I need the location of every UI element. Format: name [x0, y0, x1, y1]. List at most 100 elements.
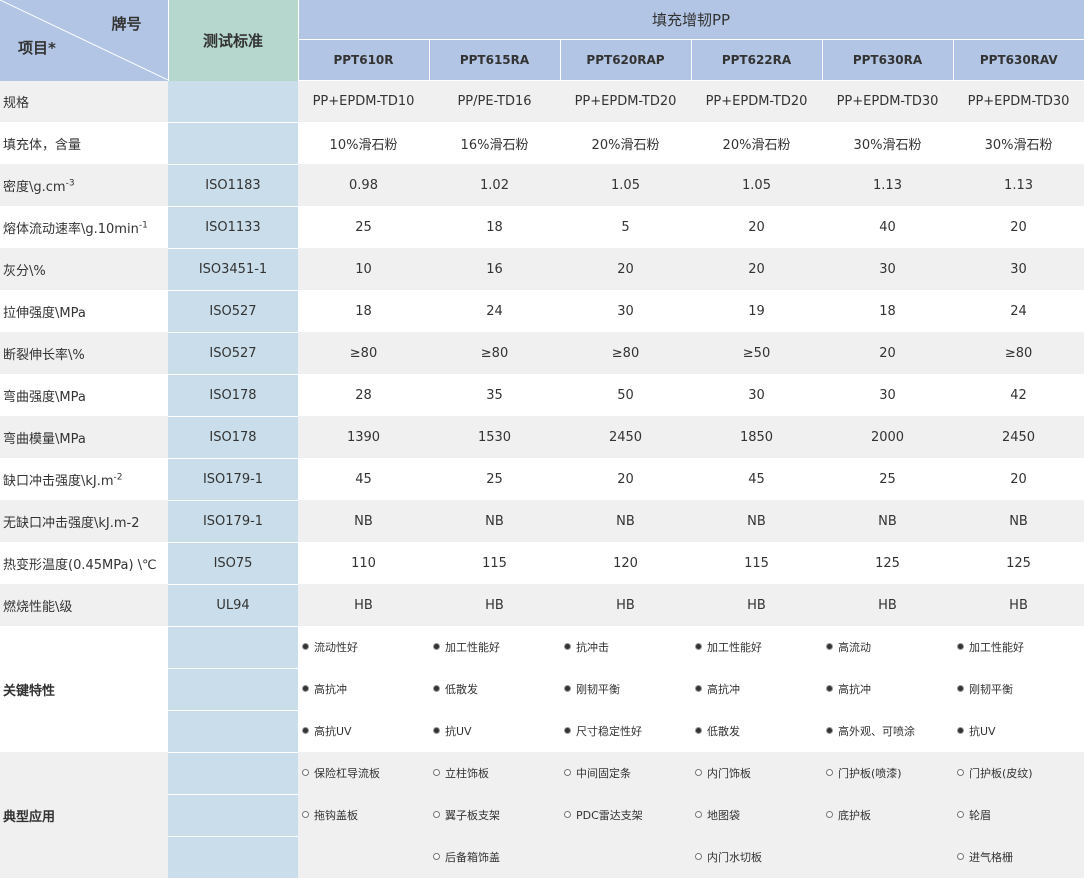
application-text: PDC雷达支架: [576, 809, 643, 822]
feature-text: 抗冲击: [576, 641, 609, 654]
value-cell: ≥50: [691, 332, 822, 374]
feature-item: 加工性能好: [953, 626, 1084, 668]
table-row: 缺口冲击强度\kJ.m-2 ISO179-1 45 25 20 45 25 20: [0, 458, 1084, 501]
test-standard: ISO178: [168, 416, 298, 459]
value-cell: 45: [355, 471, 372, 487]
table-row: 断裂伸长率\% ISO527 ≥80 ≥80 ≥80 ≥50 20 ≥80: [0, 332, 1084, 375]
application-text: 门护板(皮纹): [969, 767, 1033, 780]
feature-text: 刚韧平衡: [576, 683, 620, 696]
row-label: 缺口冲击强度\kJ.m-2: [0, 458, 168, 500]
row-label-text: 无缺口冲击强度\kJ.m-2: [3, 515, 140, 531]
value-cell: 1.05: [691, 164, 822, 206]
circle-bullet-icon: [302, 811, 309, 818]
test-standard: ISO75: [168, 542, 298, 585]
value-cell: 25: [486, 471, 503, 487]
grade-header: PPT630RAV: [953, 39, 1084, 81]
table-row: 热变形温度(0.45MPa) \℃ ISO75 110 115 120 115 125 125: [0, 542, 1084, 585]
feature-item: 抗冲击: [560, 626, 691, 668]
value-cell: NB: [298, 500, 429, 542]
application-text: 内门水切板: [707, 851, 762, 864]
feature-item: 尺寸稳定性好: [560, 710, 691, 752]
application-item: 轮眉: [953, 794, 1084, 836]
application-text: 轮眉: [969, 809, 991, 822]
bullet-icon: [695, 643, 702, 650]
value-cell: 2450: [953, 416, 1084, 458]
feature-text: 流动性好: [314, 641, 358, 654]
circle-bullet-icon: [826, 769, 833, 776]
value-cell: 25: [879, 471, 896, 487]
feature-text: 低散发: [445, 683, 478, 696]
application-item: 内门饰板: [691, 752, 822, 794]
value-cell: 30: [822, 248, 953, 290]
application-item: 保险杠导流板: [298, 752, 429, 794]
grade-header: PPT610R: [298, 39, 430, 81]
feature-item: 低散发: [691, 710, 822, 752]
circle-bullet-icon: [957, 811, 964, 818]
value-cell: 16%滑石粉: [460, 137, 529, 153]
value-cell: 1390: [298, 416, 429, 458]
application-item: PDC雷达支架: [560, 794, 691, 836]
bullet-icon: [695, 685, 702, 692]
row-label-text: 灰分\%: [3, 263, 46, 279]
value-cell: PP+EPDM-TD30: [953, 80, 1084, 122]
value-cell: 16: [429, 248, 560, 290]
std-header: 测试标准: [168, 0, 299, 81]
feature-item: 加工性能好: [429, 626, 560, 668]
value-cell: 10: [298, 248, 429, 290]
application-item: 翼子板支架: [429, 794, 560, 836]
table-row: 规格 PP+EPDM-TD10 PP/PE-TD16 PP+EPDM-TD20 PP+E…: [0, 80, 1084, 123]
value-cell: HB: [298, 584, 429, 626]
table-row: 弯曲模量\MPa ISO178 1390 1530 2450 1850 2000 2450: [0, 416, 1084, 459]
item-label: 项目*: [18, 39, 56, 57]
value-cell: 20: [691, 248, 822, 290]
grade-header: PPT615RA: [429, 39, 561, 81]
application-text: 中间固定条: [576, 767, 631, 780]
row-label: 弯曲强度\MPa: [0, 374, 168, 416]
application-text: 地图袋: [707, 809, 740, 822]
bullet-icon: [302, 643, 309, 650]
value-cell: 19: [748, 303, 765, 319]
feature-item: 流动性好: [298, 626, 429, 668]
value-cell: 10%滑石粉: [329, 137, 398, 153]
value-cell: 115: [482, 555, 507, 571]
circle-bullet-icon: [695, 769, 702, 776]
value-cell: 18: [486, 219, 503, 235]
bullet-icon: [564, 685, 571, 692]
table-row: 灰分\% ISO3451-1 10 16 20 20 30 30: [0, 248, 1084, 291]
bullet-icon: [433, 643, 440, 650]
feature-item: 刚韧平衡: [953, 668, 1084, 710]
value-cell: 110: [351, 555, 376, 571]
test-standard: ISO3451-1: [168, 248, 298, 291]
row-label: 弯曲模量\MPa: [0, 416, 168, 458]
value-cell: PP/PE-TD16: [429, 80, 560, 122]
value-cell: 5: [621, 219, 630, 235]
test-standard: ISO1183: [168, 164, 298, 207]
bullet-icon: [957, 643, 964, 650]
bullet-icon: [826, 685, 833, 692]
test-standard: ISO179-1: [168, 458, 298, 501]
feature-item: 高外观、可喷涂: [822, 710, 953, 752]
feature-text: 抗UV: [969, 725, 996, 738]
bullet-icon: [957, 727, 964, 734]
property-rows: 规格 PP+EPDM-TD10 PP/PE-TD16 PP+EPDM-TD20 PP+E…: [0, 80, 1084, 627]
value-cell: NB: [822, 500, 953, 542]
application-item: 地图袋: [691, 794, 822, 836]
feature-item: 高抗冲: [298, 668, 429, 710]
grade-header: PPT622RA: [691, 39, 823, 81]
value-cell: 20: [748, 219, 765, 235]
bullet-icon: [433, 685, 440, 692]
value-cell: NB: [560, 500, 691, 542]
value-cell: PP+EPDM-TD30: [822, 80, 953, 122]
row-label: 灰分\%: [0, 248, 168, 290]
table-row: 燃烧性能\级 UL94 HB HB HB HB HB HB: [0, 584, 1084, 627]
value-cell: 24: [1010, 303, 1027, 319]
application-item: 进气格栅: [953, 836, 1084, 878]
table-row: 弯曲强度\MPa ISO178 28 35 50 30 30 42: [0, 374, 1084, 417]
test-standard: [168, 836, 298, 879]
value-cell: 20%滑石粉: [722, 137, 791, 153]
value-cell: 30: [748, 387, 765, 403]
value-cell: 1.05: [560, 164, 691, 206]
test-standard: [168, 80, 298, 123]
value-cell: 1.13: [953, 164, 1084, 206]
application-text: 拖钩盖板: [314, 809, 358, 822]
